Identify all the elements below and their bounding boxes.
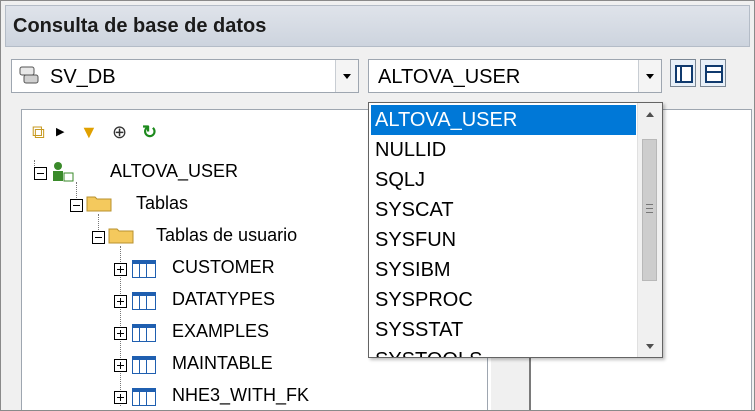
expand-icon[interactable] [114, 295, 127, 308]
dropdown-option[interactable]: SYSCAT [371, 195, 636, 225]
chevron-down-icon[interactable] [638, 60, 661, 92]
query-toolbar: SV_DB ALTOVA_USER [5, 51, 750, 101]
table-icon [132, 356, 156, 374]
datasource-value: SV_DB [50, 66, 116, 88]
schema-dropdown-list[interactable]: ALTOVA_USER NULLID SQLJ SYSCAT SYSFUN SY… [368, 102, 663, 358]
table-icon [132, 324, 156, 342]
table-label: NHE3_WITH_FK [172, 385, 310, 405]
table-icon [132, 292, 156, 310]
dropdown-option[interactable]: NULLID [371, 135, 636, 165]
table-icon [132, 388, 156, 406]
folder-label: Tablas [136, 193, 189, 213]
table-label: CUSTOMER [172, 257, 275, 277]
table-label: MAINTABLE [172, 353, 273, 373]
grip-line [646, 204, 653, 205]
layout-vertical-icon[interactable] [670, 59, 696, 87]
database-query-window: Consulta de base de datos SV_DB ALTOVA_U… [0, 0, 755, 411]
locate-icon[interactable]: ⊕ [112, 122, 127, 142]
collapse-icon[interactable] [34, 167, 47, 180]
scroll-down-icon[interactable] [638, 337, 662, 357]
dropdown-option[interactable]: SYSTOOLS [371, 345, 636, 357]
refresh-icon[interactable]: ↻ [142, 122, 157, 142]
title-bar: Consulta de base de datos [5, 5, 750, 47]
schema-combo[interactable]: ALTOVA_USER [368, 59, 662, 93]
expand-arrow-icon[interactable]: ▶ [56, 122, 64, 142]
dropdown-option[interactable]: SQLJ [371, 165, 636, 195]
expand-icon[interactable] [114, 263, 127, 276]
datasource-combo[interactable]: SV_DB [11, 59, 359, 93]
expand-icon[interactable] [114, 327, 127, 340]
database-icon [19, 66, 39, 84]
scrollbar-thumb[interactable] [642, 139, 657, 281]
grip-line [646, 212, 653, 213]
folder-icon [86, 196, 112, 212]
dropdown-scrollbar[interactable] [637, 103, 662, 357]
table-icon [132, 260, 156, 278]
filter-icon[interactable]: ▼ [80, 122, 98, 142]
dropdown-option[interactable]: SYSSTAT [371, 315, 636, 345]
schema-value: ALTOVA_USER [378, 66, 521, 88]
expand-icon[interactable] [114, 359, 127, 372]
dropdown-option[interactable]: SYSFUN [371, 225, 636, 255]
grip-line [646, 208, 653, 209]
table-label: DATATYPES [172, 289, 276, 309]
collapse-icon[interactable] [70, 199, 83, 212]
schema-node-label: ALTOVA_USER [110, 161, 239, 181]
expand-icon[interactable] [114, 391, 127, 404]
add-datasource-icon[interactable]: ⧉ [32, 122, 45, 142]
user-schema-icon [53, 162, 74, 182]
folder-icon [108, 228, 134, 244]
collapse-icon[interactable] [92, 231, 105, 244]
dropdown-option-selected[interactable]: ALTOVA_USER [371, 105, 636, 135]
subfolder-label: Tablas de usuario [156, 225, 298, 245]
chevron-down-icon[interactable] [335, 60, 358, 92]
dropdown-option[interactable]: SYSPROC [371, 285, 636, 315]
window-title: Consulta de base de datos [13, 15, 267, 37]
dropdown-option[interactable]: SYSIBM [371, 255, 636, 285]
layout-horizontal-icon[interactable] [700, 59, 726, 87]
scroll-up-icon[interactable] [638, 103, 662, 123]
table-label: EXAMPLES [172, 321, 270, 341]
